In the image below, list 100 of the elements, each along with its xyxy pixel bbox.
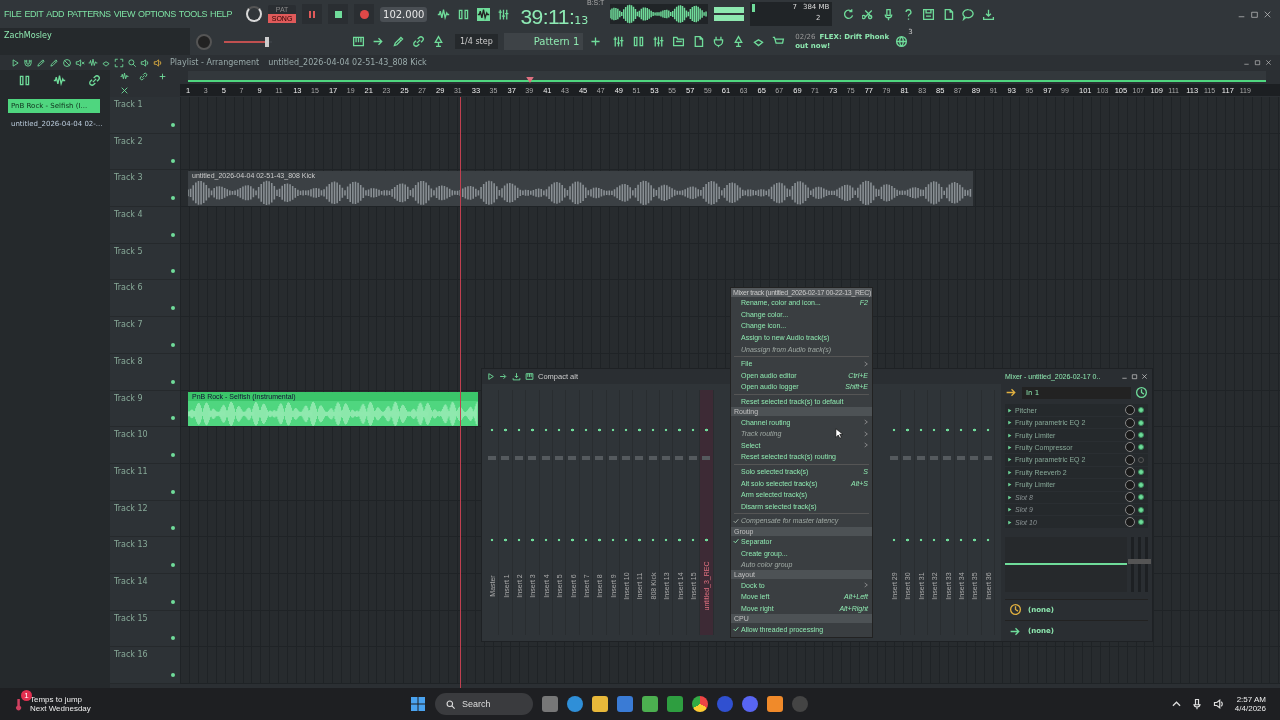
fullscreen-icon[interactable] (114, 57, 124, 68)
record-button[interactable] (354, 4, 375, 24)
link-icon[interactable] (88, 74, 101, 87)
maximize-icon[interactable] (1254, 59, 1261, 66)
pattern-selector[interactable]: Pattern 1 (503, 33, 584, 50)
mix-knob[interactable] (1125, 430, 1135, 440)
mix-knob[interactable] (1125, 492, 1135, 503)
mix-knob[interactable] (1125, 454, 1135, 465)
zoom-icon[interactable] (127, 57, 137, 68)
link-icon[interactable] (412, 35, 425, 48)
sliders-icon[interactable] (612, 35, 626, 48)
plug-icon[interactable] (712, 35, 726, 48)
track-mute-led[interactable] (171, 232, 175, 237)
close-icon[interactable] (1141, 372, 1148, 380)
ban-icon[interactable] (62, 57, 72, 68)
mix-knob[interactable] (1125, 405, 1135, 416)
slot-led[interactable] (1138, 444, 1144, 451)
track-name[interactable]: Track 7 (114, 320, 143, 330)
pause-button[interactable] (302, 4, 323, 24)
track-name[interactable]: Track 15 (114, 613, 148, 623)
mix-knob[interactable] (1125, 504, 1135, 515)
track-mute-led[interactable] (171, 196, 175, 201)
bars-icon[interactable] (18, 74, 31, 87)
track-name[interactable]: Track 5 (114, 246, 143, 256)
pencil-icon[interactable] (392, 35, 405, 48)
arrow-icon[interactable] (372, 35, 385, 48)
app-icon[interactable] (717, 696, 733, 712)
stop-button[interactable] (328, 4, 349, 24)
add-icon[interactable] (158, 72, 167, 81)
menu-item[interactable]: ADD (46, 9, 65, 19)
track-name[interactable]: Track 3 (114, 173, 143, 183)
play-icon[interactable] (486, 372, 495, 381)
track-mute-led[interactable] (171, 636, 175, 641)
track-mute-led[interactable] (171, 599, 175, 604)
metronome-icon[interactable] (432, 35, 445, 48)
track-mute-led[interactable] (171, 342, 175, 347)
track-name[interactable]: Track 13 (114, 540, 148, 550)
start-icon[interactable] (410, 696, 426, 712)
mix-knob[interactable] (1125, 417, 1135, 428)
track-name[interactable]: Track 1 (114, 100, 143, 109)
refresh-icon[interactable] (842, 7, 856, 21)
scrollbar[interactable] (188, 71, 1266, 82)
track-mute-led[interactable] (171, 526, 175, 531)
download-icon[interactable] (512, 372, 521, 381)
clock-date[interactable]: 4/4/2026 (1234, 704, 1266, 713)
menu-item[interactable]: EDIT (24, 9, 44, 19)
slot-led[interactable] (1138, 494, 1144, 501)
play-icon[interactable] (10, 57, 20, 68)
piano-icon[interactable] (525, 372, 534, 381)
volume-icon[interactable] (1212, 698, 1225, 710)
weather-title[interactable]: Temps to jump (30, 695, 91, 704)
track-name[interactable]: Track 2 (114, 136, 143, 146)
slot-led[interactable] (1138, 432, 1144, 438)
track-mute-led[interactable] (171, 122, 175, 127)
slot-led[interactable] (1138, 519, 1144, 526)
track-mute-led[interactable] (171, 379, 175, 384)
knob[interactable] (246, 6, 263, 22)
track-mute-led[interactable] (171, 452, 175, 457)
mute-icon[interactable] (75, 57, 85, 68)
slot-led[interactable] (1138, 419, 1144, 426)
menu-item[interactable]: VIEW (113, 9, 136, 19)
menu-item[interactable]: OPTIONS (138, 9, 176, 19)
mix-knob[interactable] (1125, 442, 1135, 453)
chat-icon[interactable] (962, 7, 976, 21)
close-icon[interactable] (120, 85, 129, 95)
file-icon[interactable] (692, 35, 706, 48)
track-name[interactable]: Track 8 (114, 356, 143, 366)
track-mute-led[interactable] (171, 489, 175, 494)
speaker-icon[interactable] (140, 57, 150, 68)
slot-led[interactable] (1138, 407, 1144, 414)
chevron-icon[interactable] (1171, 701, 1181, 707)
menu-item[interactable]: TOOLS (178, 9, 208, 19)
maximize-icon[interactable] (1250, 9, 1259, 19)
snap-selector[interactable]: 1/4 step (455, 34, 498, 49)
menu-item[interactable]: FILE (4, 9, 22, 19)
search-field[interactable]: Search (435, 693, 533, 715)
track-mute-led[interactable] (171, 673, 175, 677)
file-icon[interactable] (942, 7, 956, 21)
track-name[interactable]: Track 11 (114, 466, 148, 476)
mix-knob[interactable] (1125, 517, 1135, 528)
track-name[interactable]: Track 12 (114, 503, 148, 513)
weather-subtitle[interactable]: Next Wednesday (30, 704, 91, 713)
link-icon[interactable] (139, 72, 148, 81)
expand-icon[interactable] (1007, 407, 1012, 413)
track-mute-led[interactable] (171, 416, 175, 421)
breadcrumb[interactable]: untitled_2026-04-04 02-51-43_808 Kick (268, 58, 427, 67)
track-name[interactable]: Track 14 (114, 576, 148, 586)
mix-knob[interactable] (1125, 479, 1135, 490)
track-mute-led[interactable] (171, 159, 175, 164)
track-name[interactable]: Track 16 (114, 650, 148, 660)
menu-item[interactable]: PATTERNS (67, 9, 111, 19)
arrow-icon[interactable] (499, 372, 508, 381)
download-icon[interactable] (982, 7, 996, 21)
mixer-icon[interactable] (652, 35, 666, 48)
close-icon[interactable] (1265, 59, 1272, 66)
waveform-icon[interactable] (477, 7, 491, 21)
tempo-display[interactable]: 102.000 (380, 6, 428, 22)
thermometer-icon[interactable] (14, 697, 24, 711)
add-icon[interactable] (589, 35, 603, 48)
speaker-icon[interactable] (153, 57, 163, 68)
